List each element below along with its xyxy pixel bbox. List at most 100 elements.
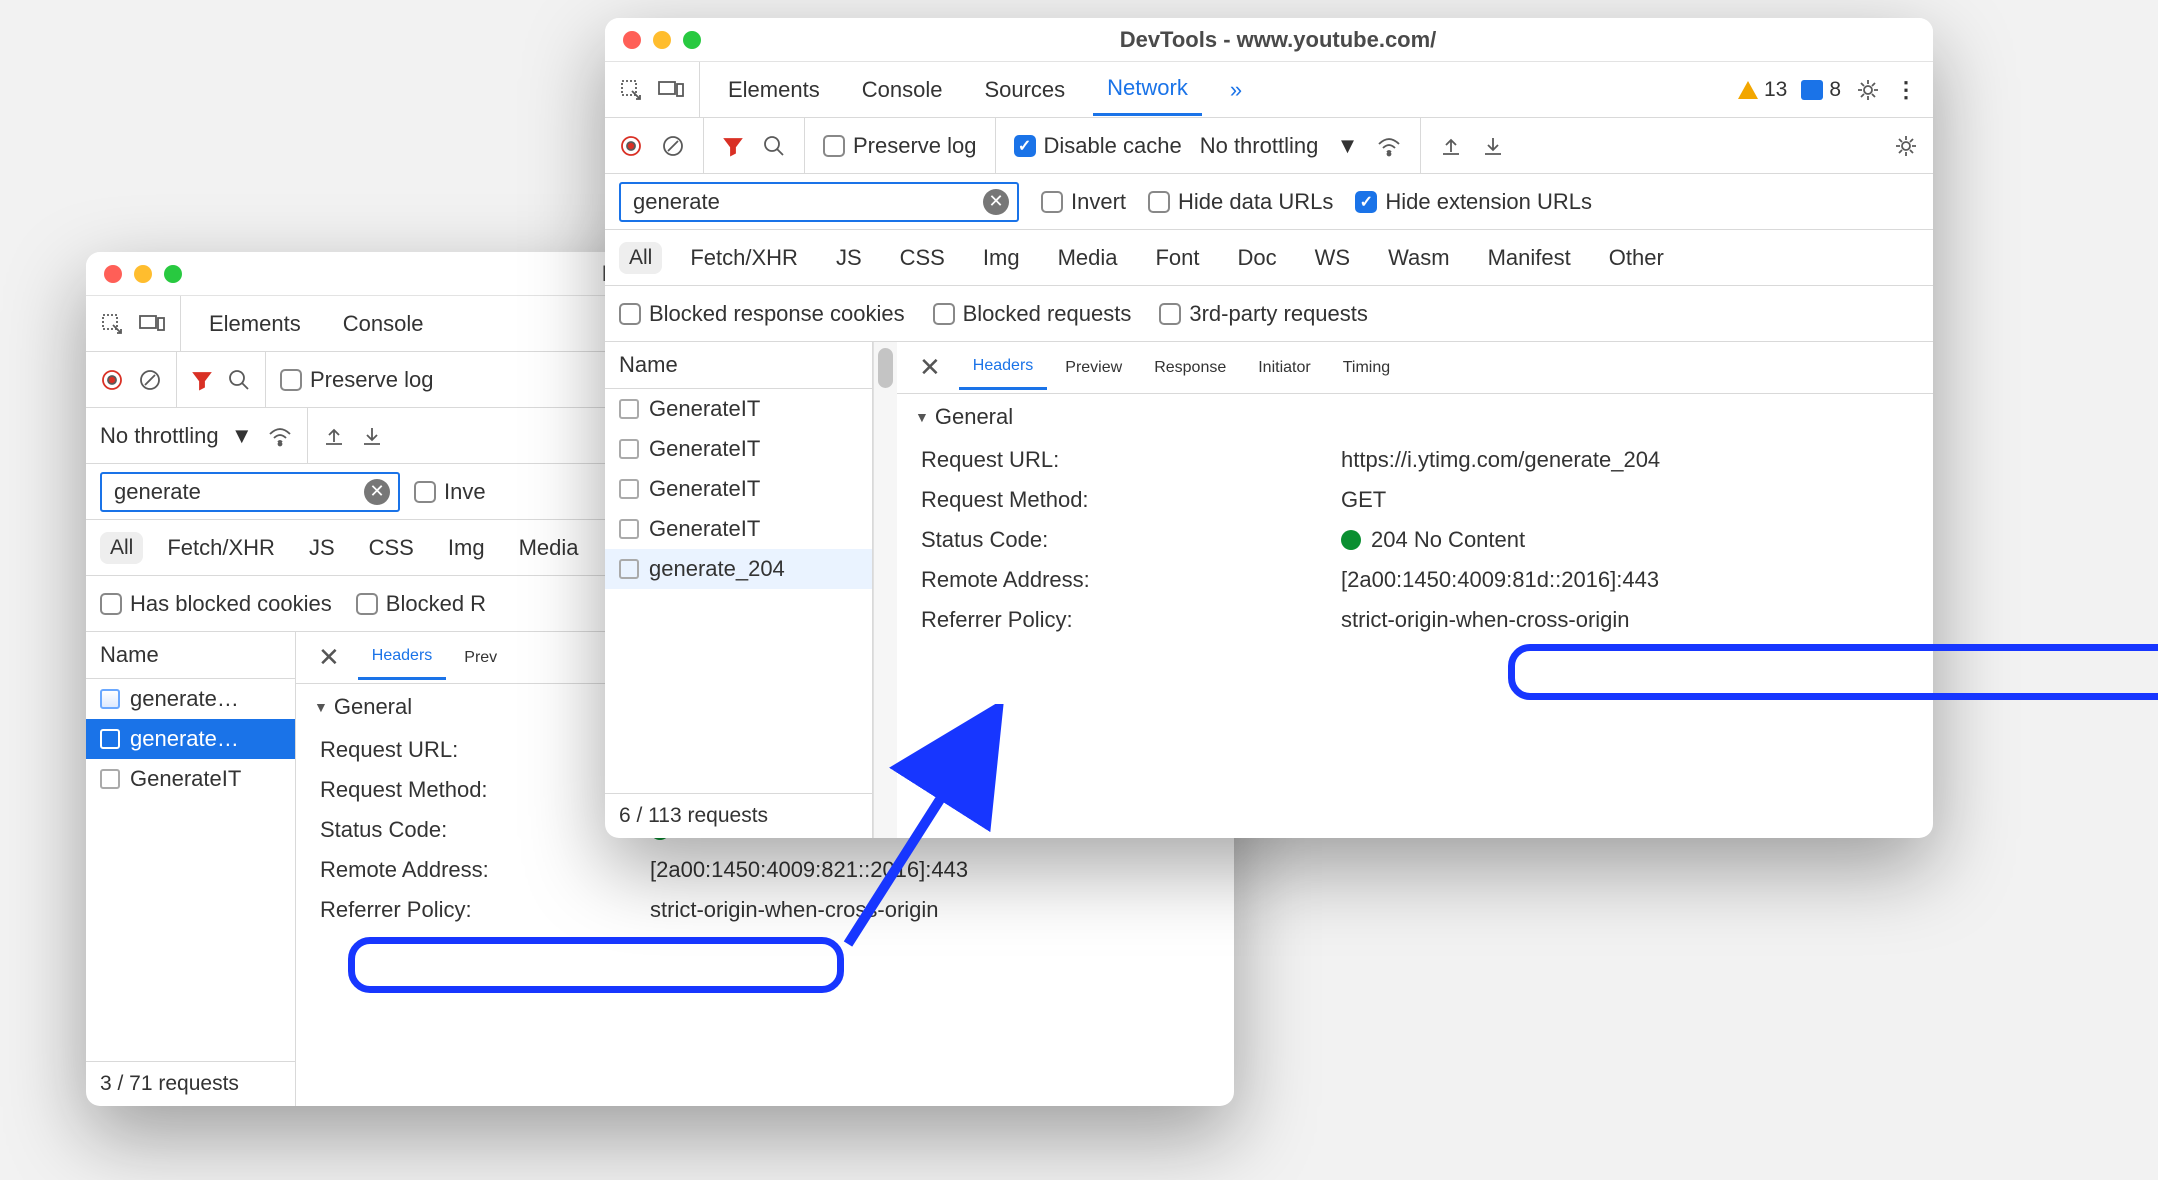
- scrollbar[interactable]: [873, 342, 897, 838]
- tab-initiator[interactable]: Initiator: [1244, 347, 1324, 389]
- tab-sources[interactable]: Sources: [970, 65, 1079, 115]
- type-manifest[interactable]: Manifest: [1478, 242, 1581, 274]
- type-all[interactable]: All: [100, 532, 143, 564]
- type-media[interactable]: Media: [1048, 242, 1128, 274]
- wifi-icon[interactable]: [267, 425, 293, 447]
- disable-cache-checkbox[interactable]: ✓Disable cache: [1014, 133, 1182, 159]
- third-party-requests-checkbox[interactable]: 3rd-party requests: [1159, 301, 1368, 327]
- type-other[interactable]: Other: [1599, 242, 1674, 274]
- type-wasm[interactable]: Wasm: [1378, 242, 1460, 274]
- device-icon[interactable]: [138, 313, 166, 335]
- kv-referrer-policy: Referrer Policy:strict-origin-when-cross…: [296, 890, 1234, 930]
- clear-filter-icon[interactable]: ✕: [983, 189, 1009, 215]
- kebab-menu-icon[interactable]: ⋮: [1895, 77, 1919, 103]
- scrollbar-thumb[interactable]: [878, 348, 893, 388]
- search-icon[interactable]: [762, 134, 786, 158]
- tab-headers[interactable]: Headers: [959, 345, 1047, 390]
- tab-response[interactable]: Response: [1140, 347, 1240, 389]
- search-icon[interactable]: [227, 368, 251, 392]
- filter-input[interactable]: generate ✕: [619, 182, 1019, 222]
- close-window-icon[interactable]: [104, 265, 122, 283]
- filter-icon[interactable]: [191, 369, 213, 391]
- request-row[interactable]: generate…: [86, 679, 295, 719]
- type-fetchxhr[interactable]: Fetch/XHR: [157, 532, 285, 564]
- request-row[interactable]: GenerateIT: [605, 389, 872, 429]
- blocked-requests-checkbox[interactable]: Blocked requests: [933, 301, 1132, 327]
- type-media[interactable]: Media: [509, 532, 589, 564]
- preserve-log-checkbox[interactable]: ✓Preserve log: [280, 367, 434, 393]
- request-row[interactable]: GenerateIT: [605, 469, 872, 509]
- preserve-log-checkbox[interactable]: Preserve log: [823, 133, 977, 159]
- name-column-header[interactable]: Name: [605, 342, 872, 389]
- tab-timing[interactable]: Timing: [1329, 347, 1404, 389]
- request-row[interactable]: generate…: [86, 719, 295, 759]
- type-all[interactable]: All: [619, 242, 662, 274]
- close-window-icon[interactable]: [623, 31, 641, 49]
- warnings-badge[interactable]: 13: [1738, 78, 1787, 102]
- tab-network[interactable]: Network: [1093, 63, 1202, 116]
- blocked-requests-checkbox[interactable]: Blocked R: [356, 591, 486, 617]
- type-font[interactable]: Font: [1145, 242, 1209, 274]
- tab-preview[interactable]: Prev: [450, 637, 511, 679]
- record-icon[interactable]: [619, 134, 643, 158]
- titlebar: DevTools - www.youtube.com/: [605, 18, 1933, 62]
- network-settings-icon[interactable]: [1893, 133, 1919, 159]
- request-count: 6 / 113 requests: [605, 793, 872, 838]
- request-row[interactable]: GenerateIT: [605, 429, 872, 469]
- close-detail-icon[interactable]: ✕: [905, 352, 955, 383]
- type-img[interactable]: Img: [973, 242, 1030, 274]
- tab-console[interactable]: Console: [329, 299, 438, 349]
- upload-icon[interactable]: [322, 424, 346, 448]
- device-icon[interactable]: [657, 79, 685, 101]
- type-img[interactable]: Img: [438, 532, 495, 564]
- download-icon[interactable]: [1481, 134, 1505, 158]
- throttle-select[interactable]: No throttling ▼: [100, 423, 253, 449]
- kv-status-code: Status Code:204 No Content: [897, 520, 1933, 560]
- upload-icon[interactable]: [1439, 134, 1463, 158]
- request-row[interactable]: generate_204: [605, 549, 872, 589]
- document-icon: [100, 689, 120, 709]
- tab-elements[interactable]: Elements: [714, 65, 834, 115]
- download-icon[interactable]: [360, 424, 384, 448]
- inspect-icon[interactable]: [619, 78, 643, 102]
- type-fetchxhr[interactable]: Fetch/XHR: [680, 242, 808, 274]
- message-icon: [1801, 80, 1823, 100]
- tab-elements[interactable]: Elements: [195, 299, 315, 349]
- general-section[interactable]: General: [897, 394, 1933, 440]
- messages-badge[interactable]: 8: [1801, 78, 1841, 102]
- name-column-header[interactable]: Name: [86, 632, 295, 679]
- close-detail-icon[interactable]: ✕: [304, 642, 354, 673]
- tab-headers[interactable]: Headers: [358, 635, 446, 680]
- invert-checkbox[interactable]: Inve: [414, 479, 486, 505]
- checks-row: Blocked response cookies Blocked request…: [605, 286, 1933, 342]
- type-css[interactable]: CSS: [890, 242, 955, 274]
- wifi-icon[interactable]: [1376, 135, 1402, 157]
- tab-console[interactable]: Console: [848, 65, 957, 115]
- record-icon[interactable]: [100, 368, 124, 392]
- blocked-response-cookies-checkbox[interactable]: Blocked response cookies: [619, 301, 905, 327]
- request-list: GenerateIT GenerateIT GenerateIT Generat…: [605, 389, 872, 793]
- hide-data-urls-checkbox[interactable]: Hide data URLs: [1148, 189, 1333, 215]
- type-js[interactable]: JS: [826, 242, 872, 274]
- type-ws[interactable]: WS: [1305, 242, 1360, 274]
- hide-extension-urls-checkbox[interactable]: ✓Hide extension URLs: [1355, 189, 1592, 215]
- request-row[interactable]: GenerateIT: [86, 759, 295, 799]
- throttle-select[interactable]: No throttling ▼: [1200, 133, 1359, 159]
- inspect-icon[interactable]: [100, 312, 124, 336]
- type-doc[interactable]: Doc: [1228, 242, 1287, 274]
- settings-icon[interactable]: [1855, 77, 1881, 103]
- xhr-icon: [619, 399, 639, 419]
- filter-icon[interactable]: [722, 135, 744, 157]
- more-tabs-icon[interactable]: »: [1216, 65, 1256, 115]
- request-row[interactable]: GenerateIT: [605, 509, 872, 549]
- kv-referrer-policy: Referrer Policy:strict-origin-when-cross…: [897, 600, 1933, 640]
- blocked-cookies-checkbox[interactable]: Has blocked cookies: [100, 591, 332, 617]
- tab-preview[interactable]: Preview: [1051, 347, 1136, 389]
- filter-input[interactable]: generate ✕: [100, 472, 400, 512]
- invert-checkbox[interactable]: Invert: [1041, 189, 1126, 215]
- type-css[interactable]: CSS: [359, 532, 424, 564]
- type-js[interactable]: JS: [299, 532, 345, 564]
- clear-filter-icon[interactable]: ✕: [364, 479, 390, 505]
- clear-icon[interactable]: [661, 134, 685, 158]
- clear-icon[interactable]: [138, 368, 162, 392]
